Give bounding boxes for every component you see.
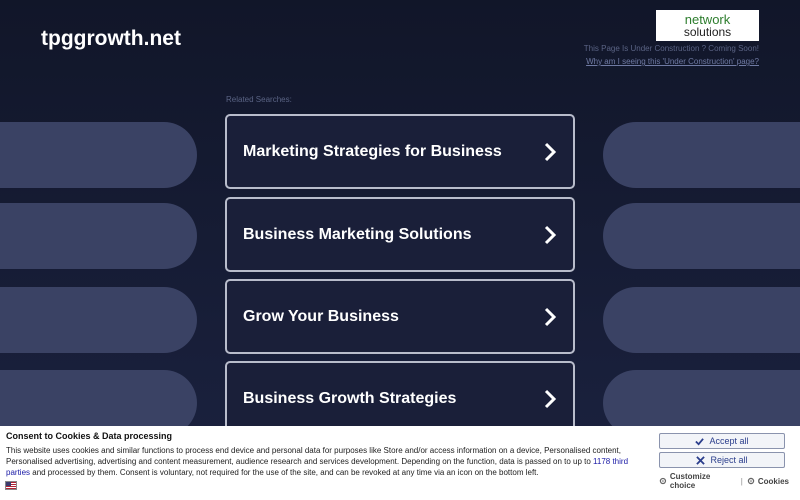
related-search-label: Business Marketing Solutions: [243, 225, 472, 243]
chevron-right-icon: [544, 307, 557, 326]
consent-secondary-links: Customize choice | Cookies: [659, 472, 789, 490]
customize-choice-label: Customize choice: [669, 472, 711, 490]
chevron-right-icon: [544, 389, 557, 408]
x-icon: [696, 455, 706, 465]
related-searches-label: Related Searches:: [226, 95, 292, 104]
accept-all-label: Accept all: [709, 436, 749, 446]
consent-body: This website uses cookies and similar fu…: [6, 445, 640, 478]
consent-title: Consent to Cookies & Data processing: [6, 431, 173, 441]
consent-body-text-end: and processed by them. Consent is volunt…: [30, 468, 539, 477]
decorative-pill: [603, 287, 800, 353]
under-construction-text: This Page Is Under Construction ? Coming…: [583, 44, 759, 53]
customize-choice-link[interactable]: Customize choice: [659, 472, 737, 490]
decorative-pill: [603, 203, 800, 269]
reject-all-label: Reject all: [710, 455, 748, 465]
decorative-pill: [603, 122, 800, 188]
us-flag-icon[interactable]: [5, 481, 17, 490]
logo-line-solutions: solutions: [683, 25, 732, 39]
accept-all-button[interactable]: Accept all: [659, 433, 785, 449]
chevron-right-icon: [544, 142, 557, 161]
link-separator: |: [740, 476, 743, 486]
check-icon: [695, 437, 705, 446]
related-search-card[interactable]: Marketing Strategies for Business: [225, 114, 575, 189]
why-under-construction-link[interactable]: Why am I seeing this 'Under Construction…: [586, 57, 759, 66]
decorative-pill: [0, 203, 197, 269]
related-search-card[interactable]: Grow Your Business: [225, 279, 575, 354]
network-solutions-logo[interactable]: network solutions: [656, 10, 759, 41]
decorative-pill: [0, 122, 197, 188]
related-search-label: Business Growth Strategies: [243, 389, 457, 407]
cookies-label: Cookies: [757, 476, 789, 486]
gear-icon: [659, 477, 667, 485]
decorative-pill: [0, 287, 197, 353]
related-search-card[interactable]: Business Growth Strategies: [225, 361, 575, 436]
gear-icon: [747, 477, 755, 485]
related-search-label: Marketing Strategies for Business: [243, 142, 502, 160]
site-name: tpggrowth.net: [41, 27, 181, 50]
chevron-right-icon: [544, 225, 557, 244]
reject-all-button[interactable]: Reject all: [659, 452, 785, 468]
related-search-label: Grow Your Business: [243, 307, 399, 325]
cookies-link[interactable]: Cookies: [747, 477, 789, 486]
related-search-card[interactable]: Business Marketing Solutions: [225, 197, 575, 272]
consent-body-text: This website uses cookies and similar fu…: [6, 446, 622, 466]
